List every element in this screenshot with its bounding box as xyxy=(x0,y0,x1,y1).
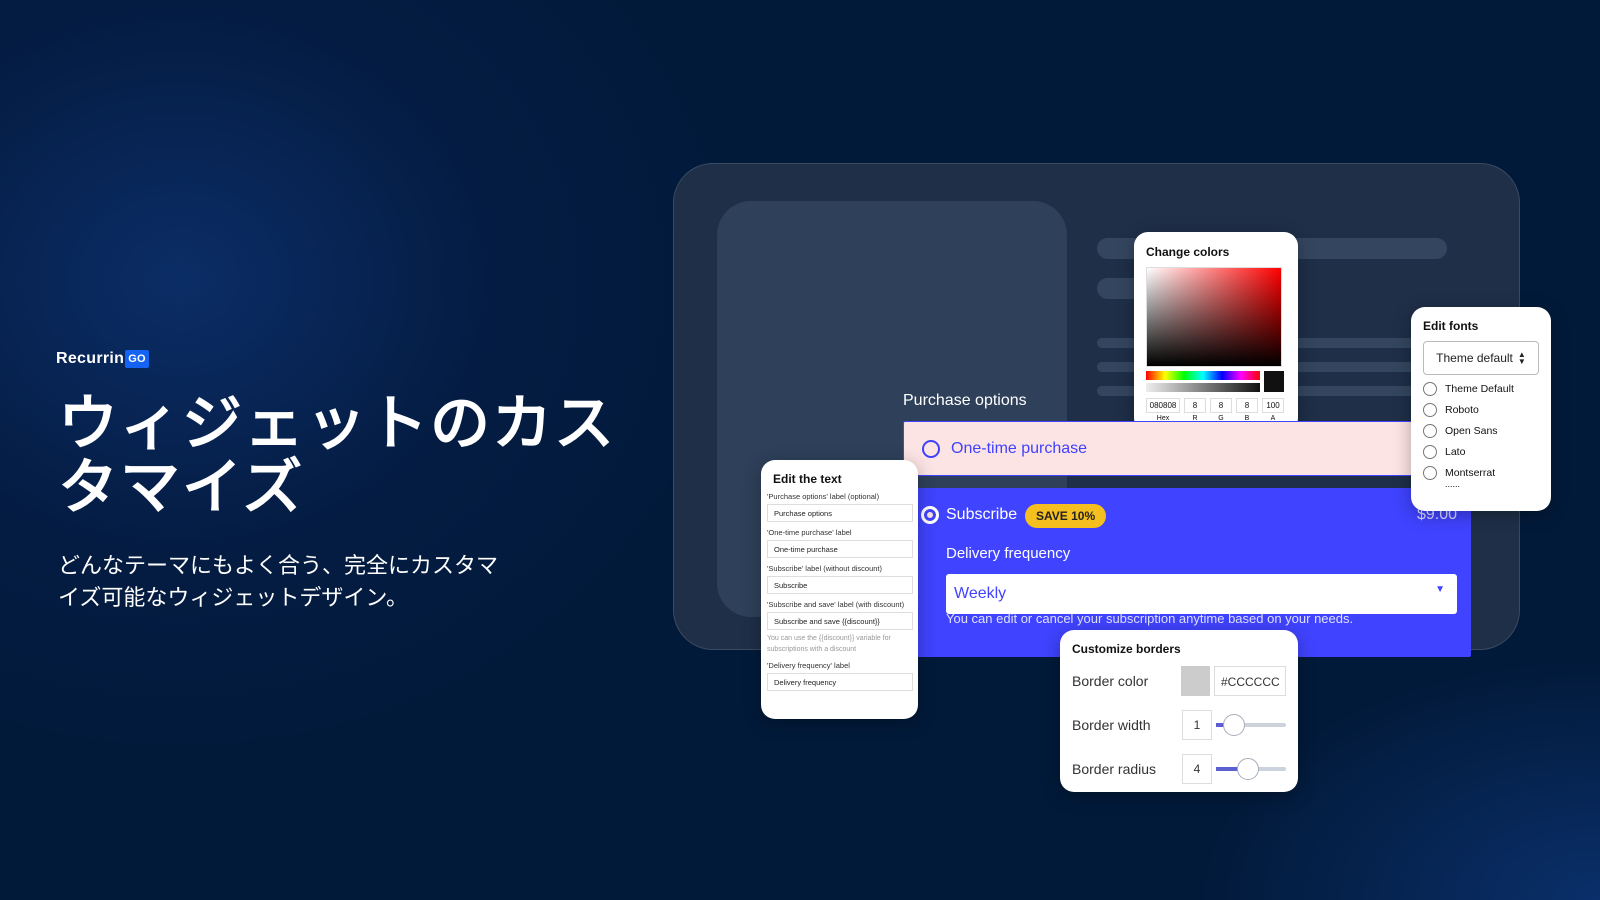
field-label: 'One-time purchase' label xyxy=(767,528,852,537)
one-time-label: One-time purchase xyxy=(951,439,1088,457)
field-label: 'Subscribe' label (without discount) xyxy=(767,564,883,573)
delivery-frequency-input[interactable]: Delivery frequency xyxy=(767,673,913,691)
hint-text: You can use the {{discount}} variable fo… xyxy=(767,635,891,653)
r-input[interactable]: 8 xyxy=(1184,398,1206,413)
one-time-input[interactable]: One-time purchase xyxy=(767,540,913,558)
field-label: 'Delivery frequency' label xyxy=(767,661,850,670)
one-time-purchase-option[interactable]: One-time purchase xyxy=(903,421,1471,476)
chevron-down-icon: ▼ xyxy=(1435,584,1445,595)
option-label: Lato xyxy=(1445,446,1466,458)
field-label: 'Subscribe and save' label (with discoun… xyxy=(767,600,905,609)
option-label: Theme Default xyxy=(1445,383,1514,395)
option-label: Montserrat xyxy=(1445,467,1496,479)
g-input[interactable]: 8 xyxy=(1210,398,1232,413)
font-option[interactable]: Theme Default xyxy=(1423,382,1539,396)
radio-icon[interactable] xyxy=(1423,445,1437,459)
panel-title: Change colors xyxy=(1146,245,1230,259)
option-label: Open Sans xyxy=(1445,425,1498,437)
radio-icon[interactable] xyxy=(1423,382,1437,396)
hero-title: ウィジェットのカスタマイズ xyxy=(58,390,616,521)
change-colors-panel: Change colors 080808 8 8 8 100 Hex R G B… xyxy=(1134,232,1298,432)
select-value: Weekly xyxy=(954,585,1007,602)
border-color-swatch[interactable] xyxy=(1181,666,1210,696)
panel-title: Edit fonts xyxy=(1423,319,1479,333)
border-color-input[interactable]: #CCCCCC xyxy=(1214,666,1286,696)
border-color-label: Border color xyxy=(1072,673,1149,689)
subscribe-input[interactable]: Subscribe xyxy=(767,576,913,594)
panel-title: Customize borders xyxy=(1072,642,1181,656)
hue-slider[interactable] xyxy=(1146,371,1260,380)
select-value: Theme default xyxy=(1436,351,1513,365)
radio-icon[interactable] xyxy=(1423,403,1437,417)
panel-title: Edit the text xyxy=(773,472,842,486)
logo-badge: GO xyxy=(125,350,149,368)
font-option[interactable]: Lato xyxy=(1423,445,1539,459)
sort-arrows-icon: ▲ ▼ xyxy=(1517,350,1526,366)
font-option[interactable]: Open Sans xyxy=(1423,424,1539,438)
hex-input[interactable]: 080808 xyxy=(1146,398,1180,413)
more-fonts: ...... xyxy=(1445,479,1461,489)
brand-logo: Recurrin GO xyxy=(56,350,149,368)
font-select[interactable]: Theme default ▲ ▼ xyxy=(1423,341,1539,375)
a-input[interactable]: 100 xyxy=(1262,398,1284,413)
option-label: Roboto xyxy=(1445,404,1479,416)
border-radius-input[interactable]: 4 xyxy=(1182,754,1212,784)
alpha-slider[interactable] xyxy=(1146,383,1260,392)
hero-subtitle: どんなテーマにもよく合う、完全にカスタマイズ可能なウィジェットデザイン。 xyxy=(58,553,499,610)
logo-text: Recurrin xyxy=(56,350,125,367)
border-width-slider[interactable] xyxy=(1215,714,1286,736)
saturation-picker[interactable] xyxy=(1146,267,1282,367)
subscribe-save-input[interactable]: Subscribe and save {{discount}} xyxy=(767,612,913,630)
edit-text-panel: Edit the text 'Purchase options' label (… xyxy=(761,460,918,719)
save-badge: SAVE 10% xyxy=(1025,504,1107,528)
edit-fonts-panel: Edit fonts Theme default ▲ ▼ Theme Default… xyxy=(1411,307,1551,511)
subscribe-label: Subscribe xyxy=(946,506,1018,523)
border-radius-label: Border radius xyxy=(1072,761,1157,777)
purchase-options-label: Purchase options xyxy=(903,392,1027,409)
customize-borders-panel: Customize borders Border color #CCCCCC B… xyxy=(1060,630,1298,792)
radio-icon[interactable] xyxy=(1423,424,1437,438)
font-option[interactable]: Roboto xyxy=(1423,403,1539,417)
delivery-frequency-label: Delivery frequency xyxy=(946,545,1071,562)
font-option[interactable]: Montserrat xyxy=(1423,466,1539,480)
radio-icon[interactable] xyxy=(1423,466,1437,480)
b-input[interactable]: 8 xyxy=(1236,398,1258,413)
delivery-frequency-select[interactable]: Weekly ▼ xyxy=(946,574,1457,614)
field-label: 'Purchase options' label (optional) xyxy=(767,492,880,501)
radio-selected-icon[interactable] xyxy=(921,506,939,524)
border-width-input[interactable]: 1 xyxy=(1182,710,1212,740)
border-radius-slider[interactable] xyxy=(1215,758,1286,780)
purchase-options-input[interactable]: Purchase options xyxy=(767,504,913,522)
radio-icon[interactable] xyxy=(922,439,940,458)
border-width-label: Border width xyxy=(1072,717,1151,733)
color-swatch xyxy=(1264,371,1284,392)
subscription-note: You can edit or cancel your subscription… xyxy=(946,611,1354,626)
